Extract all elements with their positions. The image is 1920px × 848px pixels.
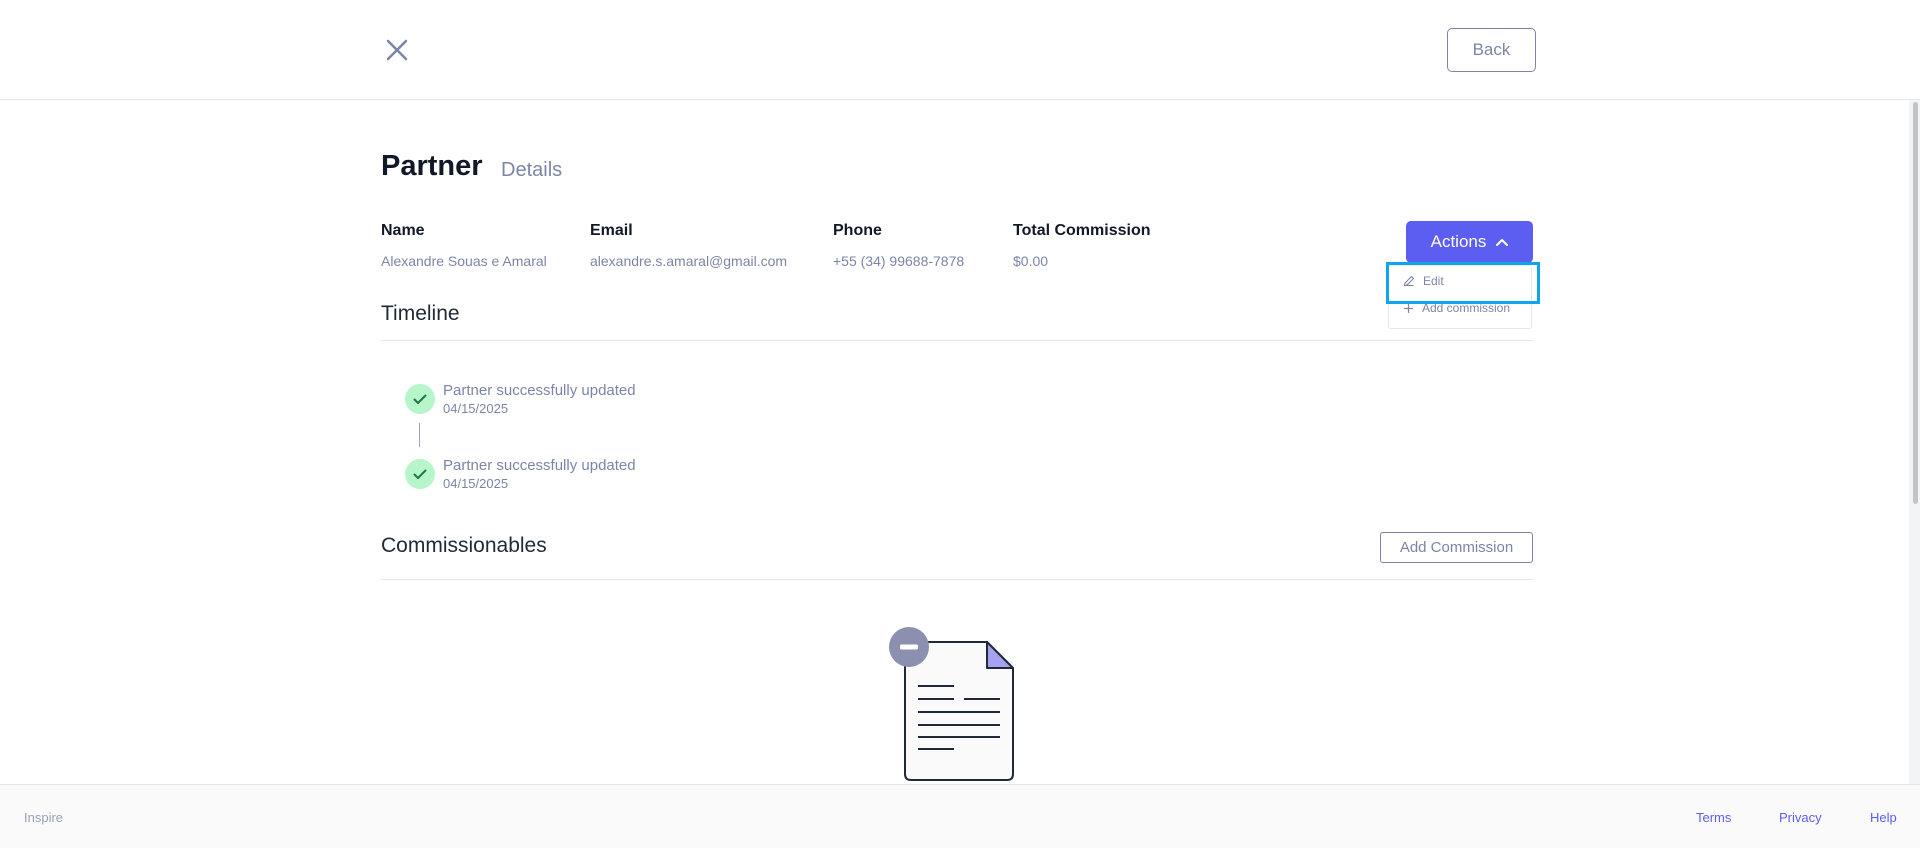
timeline-status-dot [405, 384, 435, 414]
top-bar: Back [0, 0, 1920, 100]
timeline-event-date: 04/15/2025 [443, 401, 509, 416]
timeline-event-date: 04/15/2025 [443, 476, 509, 491]
menu-item-label: Edit [1423, 274, 1444, 288]
scrollbar-thumb[interactable] [1913, 102, 1918, 504]
check-icon [413, 469, 427, 479]
page-subtitle: Details [501, 159, 563, 181]
actions-dropdown: Edit Add commission [1388, 265, 1532, 329]
timeline-status-dot [405, 459, 435, 489]
actions-button[interactable]: Actions [1406, 221, 1533, 263]
timeline-event: Partner successfully updated 04/15/2025 [443, 382, 636, 416]
timeline-event-title: Partner successfully updated [443, 457, 636, 474]
empty-state [888, 626, 1018, 789]
close-button[interactable] [383, 36, 411, 64]
commissionables-divider [381, 579, 1533, 580]
timeline-divider [381, 340, 1533, 341]
footer-link-privacy[interactable]: Privacy [1779, 810, 1822, 825]
footer-link-help[interactable]: Help [1870, 810, 1897, 825]
field-label: Email [590, 222, 633, 239]
field-label: Name [381, 222, 425, 239]
empty-document-icon [889, 627, 1014, 781]
close-icon [386, 39, 408, 61]
add-commission-button[interactable]: Add Commission [1380, 532, 1533, 563]
footer-brand: Inspire [24, 810, 64, 825]
field-email: Email alexandre.s.amaral@gmail.com [590, 222, 787, 269]
menu-item-add-commission[interactable]: Add commission [1389, 295, 1533, 321]
page-title: Partner [381, 150, 483, 182]
timeline-connector [419, 423, 420, 447]
field-value: +55 (34) 99688-7878 [833, 253, 965, 269]
actions-label: Actions [1430, 232, 1487, 251]
plus-icon [1404, 303, 1413, 313]
menu-item-label: Add commission [1422, 301, 1511, 315]
chevron-up-icon [1496, 239, 1509, 246]
menu-item-edit[interactable]: Edit [1389, 268, 1533, 294]
field-value: $0.00 [1013, 253, 1049, 269]
field-name: Name Alexandre Souas e Amaral [381, 222, 547, 269]
field-label: Total Commission [1013, 222, 1151, 239]
timeline-event-title: Partner successfully updated [443, 382, 636, 399]
commissionables-title: Commissionables [381, 534, 547, 557]
timeline-title: Timeline [381, 302, 460, 325]
check-icon [413, 394, 427, 404]
footer-link-terms[interactable]: Terms [1696, 810, 1731, 825]
field-label: Phone [833, 222, 882, 239]
back-button[interactable]: Back [1447, 28, 1536, 72]
footer: Inspire Terms Privacy Help [0, 784, 1920, 848]
timeline-event: Partner successfully updated 04/15/2025 [443, 457, 636, 491]
field-value: alexandre.s.amaral@gmail.com [590, 253, 788, 269]
field-total-commission: Total Commission $0.00 [1013, 222, 1151, 269]
pencil-icon [1403, 275, 1415, 287]
field-phone: Phone +55 (34) 99688-7878 [833, 222, 964, 269]
field-value: Alexandre Souas e Amaral [381, 253, 547, 269]
